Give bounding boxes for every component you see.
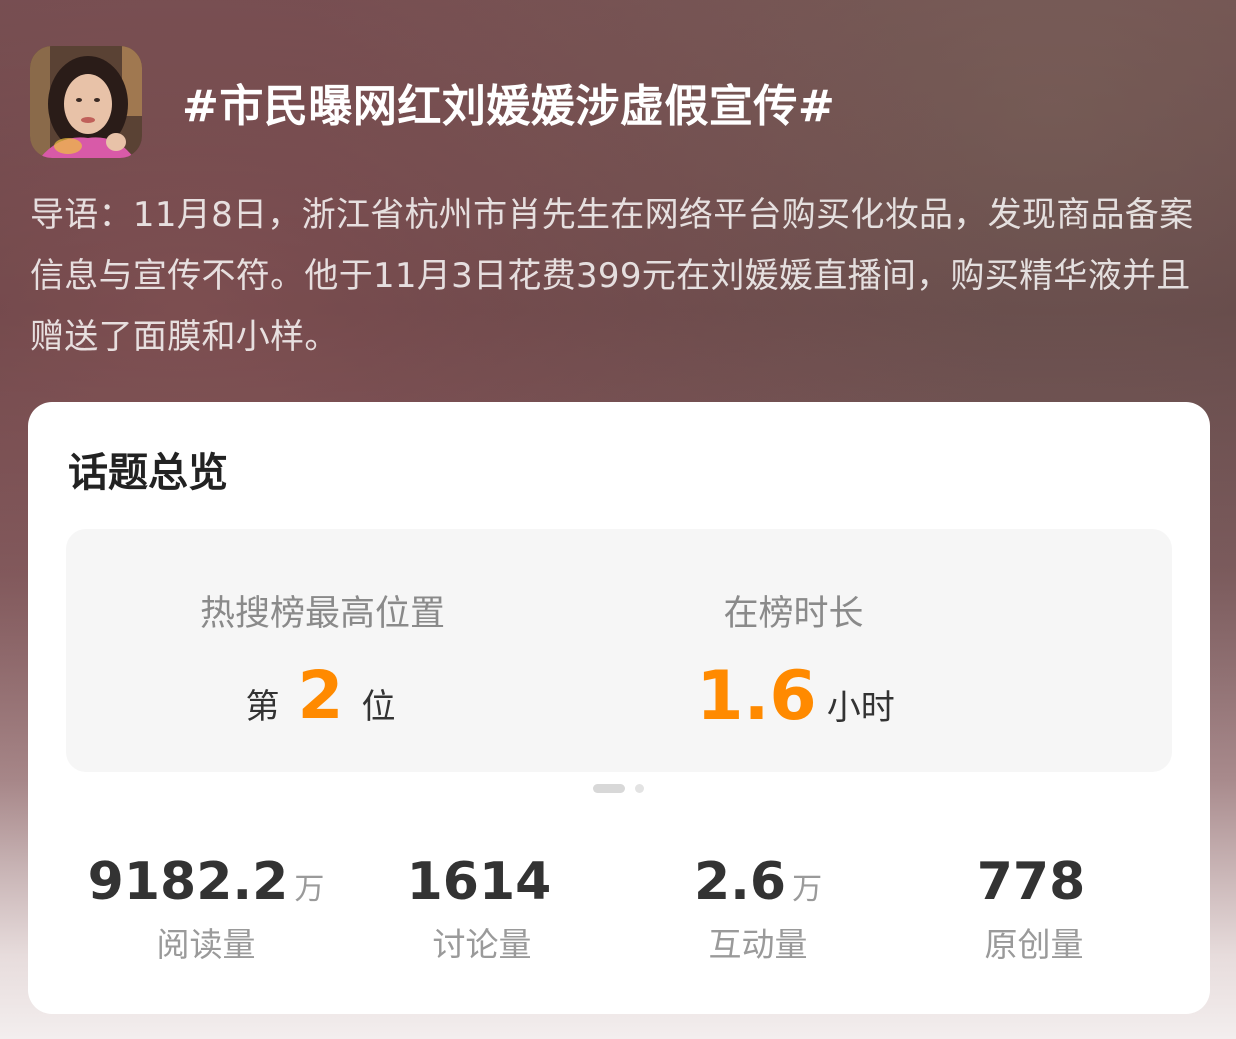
duration-block: 在榜时长 1.6 小时 [619, 529, 1172, 772]
topic-title: #市民曝网红刘媛媛涉虚假宣传# [182, 81, 836, 132]
stat-label: 原创量 [984, 925, 1084, 964]
duration-unit: 小时 [826, 688, 895, 728]
user-avatar-icon [30, 46, 142, 158]
stat-originals: 778 原创量 [896, 852, 1172, 966]
rank-panel[interactable]: 热搜榜最高位置 第 2 位 在榜时长 1.6 小时 [66, 529, 1172, 772]
rank-value: 2 [297, 657, 344, 734]
duration-value-row: 1.6 小时 [519, 657, 1072, 736]
page-dot-active [593, 784, 625, 793]
avatar[interactable] [30, 46, 142, 158]
overview-card: 话题总览 热搜榜最高位置 第 2 位 在榜时长 1.6 小时 9182.2 万 [28, 402, 1210, 1014]
stat-unit: 万 [792, 872, 823, 907]
page-dot [635, 784, 644, 793]
topic-intro: 导语：11月8日，浙江省杭州市肖先生在网络平台购买化妆品，发现商品备案信息与宣传… [30, 195, 1194, 357]
stat-reads: 9182.2 万 阅读量 [68, 852, 344, 966]
stat-value: 1614 [406, 852, 552, 912]
rank-prefix: 第 [245, 687, 280, 727]
page-indicator[interactable] [593, 784, 644, 793]
stat-unit: 万 [294, 872, 325, 907]
stat-label: 讨论量 [432, 925, 532, 964]
duration-value: 1.6 [696, 657, 817, 736]
stat-discussions: 1614 讨论量 [344, 852, 620, 966]
overview-title: 话题总览 [68, 450, 228, 496]
stat-interactions: 2.6 万 互动量 [620, 852, 896, 966]
stats-row: 9182.2 万 阅读量 1614 讨论量 2.6 万 互动量 778 原创量 [28, 852, 1210, 972]
stat-label: 互动量 [708, 925, 808, 964]
stat-value: 9182.2 [87, 852, 289, 912]
stat-value: 2.6 [693, 852, 787, 912]
topic-header: #市民曝网红刘媛媛涉虚假宣传# [30, 46, 835, 158]
stat-label: 阅读量 [156, 925, 256, 964]
duration-label: 在榜时长 [723, 594, 864, 634]
hot-rank-value-row: 第 2 位 [44, 657, 597, 734]
stat-value: 778 [976, 852, 1086, 912]
rank-suffix: 位 [361, 687, 396, 727]
